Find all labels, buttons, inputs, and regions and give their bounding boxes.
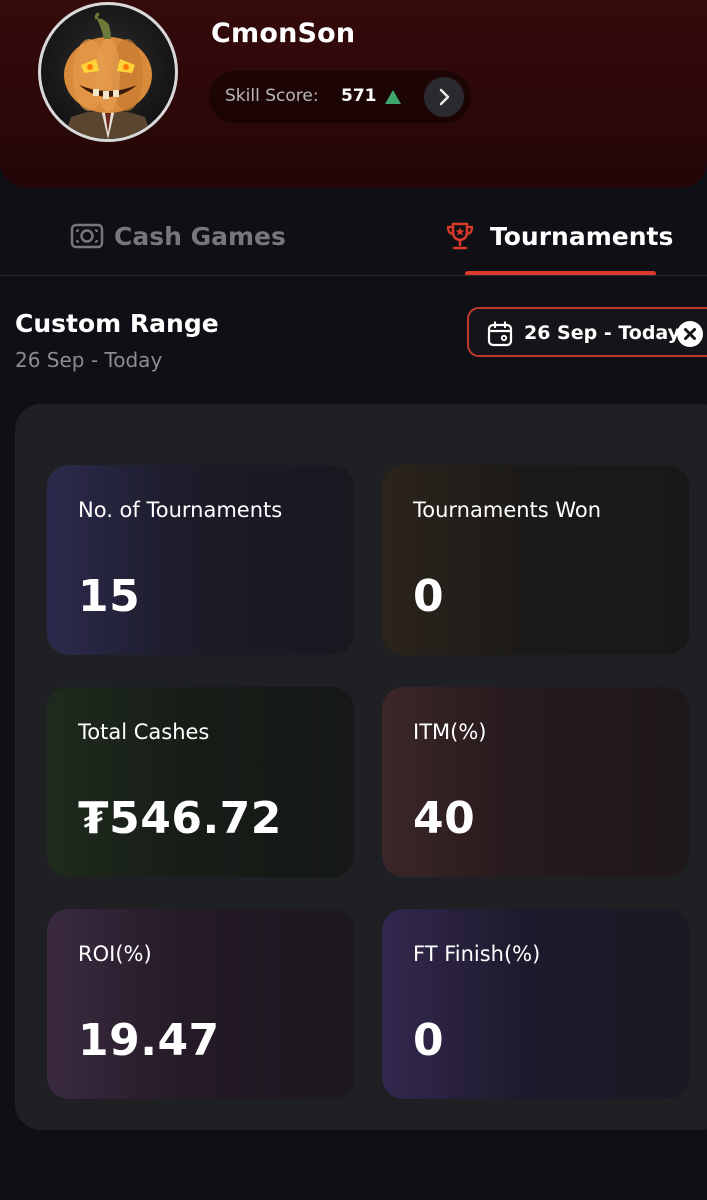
stat-card-ft-finish: FT Finish(%) 0 (382, 909, 689, 1099)
skill-score-pill[interactable]: Skill Score: 571 (209, 71, 471, 123)
stat-value: ₮546.72 (78, 793, 282, 844)
tab-cash-games[interactable]: Cash Games (70, 214, 286, 258)
trend-up-icon (385, 90, 401, 104)
chevron-right-icon (439, 88, 450, 106)
pumpkin-avatar-icon (63, 12, 153, 139)
stat-value: 40 (413, 793, 476, 844)
date-range-chip[interactable]: 26 Sep - Today (467, 307, 707, 357)
stat-card-tournaments-count: No. of Tournaments 15 (47, 465, 354, 655)
calendar-icon (487, 321, 513, 347)
stat-label: ROI(%) (78, 942, 152, 966)
stat-card-roi: ROI(%) 19.47 (47, 909, 354, 1099)
stat-card-total-cashes: Total Cashes ₮546.72 (47, 687, 354, 877)
clear-range-button[interactable] (677, 321, 703, 347)
tab-cash-games-label: Cash Games (114, 221, 286, 251)
tab-tournaments[interactable]: Tournaments (444, 214, 673, 258)
stat-value: 19.47 (78, 1015, 220, 1066)
range-subtitle: 26 Sep - Today (15, 348, 163, 372)
skill-score-value: 571 (341, 86, 377, 106)
range-title: Custom Range (15, 309, 219, 338)
stat-card-itm: ITM(%) 40 (382, 687, 689, 877)
date-range-label: 26 Sep - Today (524, 322, 681, 344)
stat-label: ITM(%) (413, 720, 487, 744)
stat-value: 0 (413, 1015, 445, 1066)
stat-label: Total Cashes (78, 720, 210, 744)
skill-score-label: Skill Score: (225, 86, 319, 106)
trophy-icon (446, 222, 474, 250)
close-circle-icon (684, 328, 696, 340)
stat-value: 15 (78, 571, 141, 622)
stat-card-tournaments-won: Tournaments Won 0 (382, 465, 689, 655)
username: CmonSon (211, 18, 356, 49)
avatar[interactable] (38, 2, 178, 142)
stat-label: Tournaments Won (413, 498, 602, 522)
stat-label: No. of Tournaments (78, 498, 283, 522)
stat-value: 0 (413, 571, 445, 622)
profile-header: CmonSon Skill Score: 571 (0, 0, 707, 188)
stat-label: FT Finish(%) (413, 942, 541, 966)
skill-score-details-button[interactable] (424, 77, 464, 117)
cash-icon (70, 223, 104, 249)
tab-divider (0, 275, 707, 276)
tab-tournaments-label: Tournaments (490, 221, 674, 251)
